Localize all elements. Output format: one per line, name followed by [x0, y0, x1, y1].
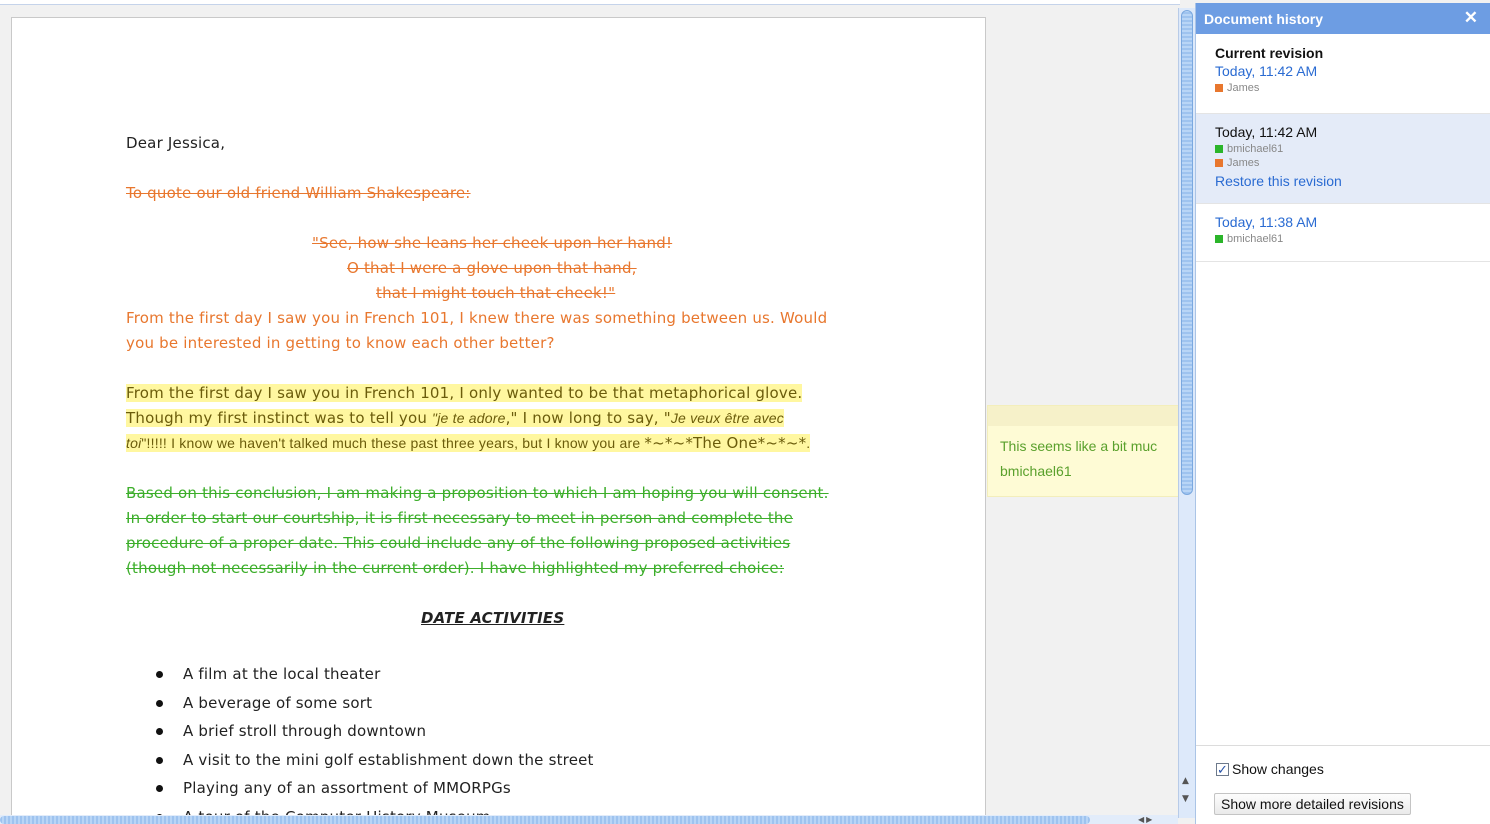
bullet-icon [156, 757, 163, 764]
deleted-green-text: Based on this conclusion, I am making a … [126, 484, 829, 502]
list-item: Playing any of an assortment of MMORPGs [183, 779, 511, 797]
highlight-span: Though my first instinct was to tell you [126, 409, 433, 427]
deleted-intro: To quote our old friend William Shakespe… [126, 184, 471, 202]
bullet-icon [156, 671, 163, 678]
deleted-green-text: In order to start our courtship, it is f… [126, 509, 794, 527]
highlight-italic: toi [126, 435, 142, 451]
highlighted-text: From the first day I saw you in French 1… [126, 382, 803, 404]
inserted-text: you be interested in getting to know eac… [126, 334, 555, 352]
quote-line: O that I were a glove upon that hand, [347, 259, 637, 277]
list-item: A beverage of some sort [183, 694, 373, 712]
highlight-italic: Je veux être avec [670, 410, 784, 426]
inserted-text: From the first day I saw you in French 1… [126, 309, 828, 327]
revision-item[interactable]: Today, 11:42 AM bmichael61 James Restore… [1196, 114, 1490, 204]
deleted-green-text: procedure of a proper date. This could i… [126, 534, 791, 552]
revision-author: James [1215, 81, 1490, 95]
scroll-down-arrow-icon[interactable]: ▼ [1182, 794, 1189, 804]
deleted-green-text: (though not necessarily in the current o… [126, 559, 784, 577]
scroll-up-arrow-icon[interactable]: ▲ [1182, 776, 1189, 786]
author-name: James [1227, 157, 1260, 169]
show-changes-checkbox[interactable]: ✓ [1216, 762, 1229, 776]
close-icon[interactable]: ✕ [1464, 8, 1478, 28]
current-revision[interactable]: Current revision Today, 11:42 AM James [1196, 34, 1490, 114]
highlighted-text: toi"!!!!! I know we haven't talked much … [126, 432, 811, 454]
list-item: A brief stroll through downtown [183, 722, 427, 740]
current-revision-label: Current revision [1215, 45, 1324, 61]
vertical-scroll-thumb[interactable] [1181, 10, 1193, 495]
revision-author: James [1215, 156, 1490, 170]
panel-footer: ✓ Show changes Show more detailed revisi… [1196, 745, 1490, 824]
comment-box[interactable]: This seems like a bit muc bmichael61 [987, 405, 1180, 497]
panel-title: Document history [1204, 11, 1324, 27]
restore-revision-link[interactable]: Restore this revision [1215, 173, 1490, 189]
bullet-icon [156, 785, 163, 792]
panel-header: Document history ✕ [1196, 3, 1490, 34]
quote-line: that I might touch that cheek!" [376, 284, 616, 302]
author-name: James [1227, 82, 1260, 94]
author-name: bmichael61 [1227, 233, 1284, 245]
highlight-italic: "je te adore [432, 410, 506, 426]
comment-text: This seems like a bit muc [1000, 438, 1158, 454]
document-page[interactable]: Dear Jessica, To quote our old friend Wi… [11, 17, 986, 817]
scroll-left-right-arrows-icon[interactable]: ◀▶ [1138, 815, 1154, 824]
show-more-revisions-button[interactable]: Show more detailed revisions [1214, 793, 1411, 815]
highlight-span: "!!!!! I know we haven't talked much the… [141, 435, 645, 451]
top-border [0, 0, 1180, 5]
section-heading: DATE ACTIVITIES [421, 609, 565, 627]
comment-header [988, 406, 1179, 426]
highlighted-text: Though my first instinct was to tell you… [126, 407, 784, 429]
horizontal-scroll-thumb[interactable] [0, 816, 1090, 824]
quote-line: "See, how she leans her cheek upon her h… [312, 234, 673, 252]
author-name: bmichael61 [1227, 143, 1284, 155]
highlight-line-1: From the first day I saw you in French 1… [126, 384, 803, 402]
revision-author: bmichael61 [1215, 142, 1490, 156]
bullet-icon [156, 700, 163, 707]
revision-item[interactable]: Today, 11:38 AM bmichael61 [1196, 204, 1490, 262]
highlight-span: . [806, 435, 811, 451]
author-color-swatch [1215, 145, 1223, 153]
the-one-text: *~*~*The One*~*~* [644, 434, 807, 452]
revision-time: Today, 11:42 AM [1215, 124, 1318, 140]
list-item: A visit to the mini golf establishment d… [183, 751, 594, 769]
document-history-panel: Document history ✕ Current revision Toda… [1195, 3, 1490, 824]
greeting: Dear Jessica, [126, 134, 226, 152]
list-item: A film at the local theater [183, 665, 381, 683]
horizontal-scrollbar[interactable]: ◀▶ [0, 815, 1178, 824]
revision-time-link[interactable]: Today, 11:38 AM [1215, 214, 1490, 230]
comment-author: bmichael61 [1000, 463, 1072, 479]
show-changes-row[interactable]: ✓ Show changes [1216, 761, 1324, 777]
author-color-swatch [1215, 159, 1223, 167]
bullet-icon [156, 728, 163, 735]
revision-time-link[interactable]: Today, 11:42 AM [1215, 63, 1490, 79]
author-color-swatch [1215, 84, 1223, 92]
revision-author: bmichael61 [1215, 232, 1490, 246]
show-changes-label[interactable]: Show changes [1232, 761, 1324, 777]
vertical-scrollbar[interactable]: ▲ ▼ [1178, 8, 1195, 818]
highlight-span: ," I now long to say, " [505, 409, 671, 427]
author-color-swatch [1215, 235, 1223, 243]
